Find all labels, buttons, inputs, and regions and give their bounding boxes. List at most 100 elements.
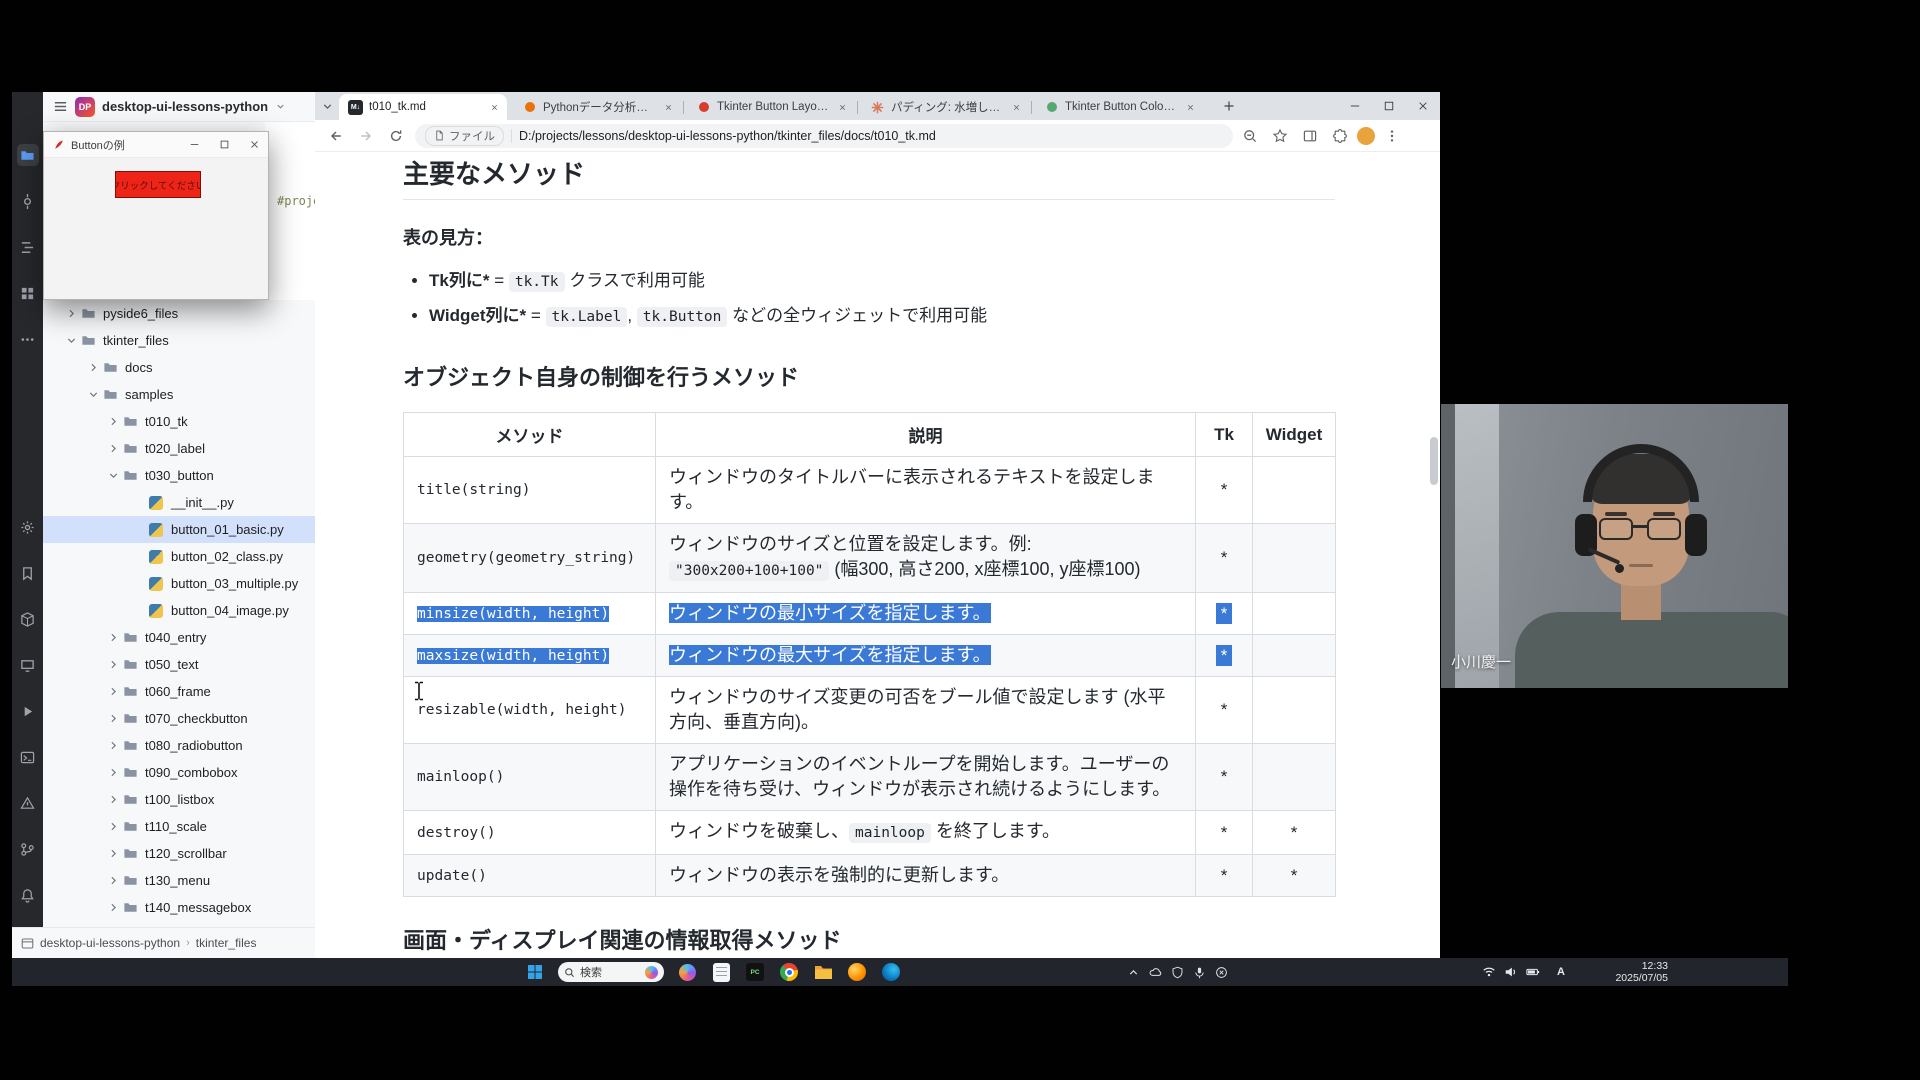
shield-icon[interactable] (1171, 966, 1184, 979)
folder-icon (123, 414, 139, 429)
table-header-cell: メソッド (404, 413, 656, 457)
tree-item-button-04-image-py[interactable]: button_04_image.py (43, 597, 315, 624)
vcs-icon[interactable] (17, 838, 39, 860)
notepad-icon[interactable] (710, 961, 732, 983)
extensions-puzzle-icon[interactable] (1327, 123, 1353, 149)
cloud-icon[interactable] (1149, 966, 1162, 979)
tab-search-icon[interactable] (321, 100, 334, 113)
tree-item-t120-scrollbar[interactable]: t120_scrollbar (43, 840, 315, 867)
run-icon[interactable] (17, 700, 39, 722)
battery-icon[interactable] (1526, 965, 1540, 979)
tree-item-docs[interactable]: docs (43, 354, 315, 381)
tree-item-t020-label[interactable]: t020_label (43, 435, 315, 462)
commit-icon[interactable] (17, 190, 39, 212)
tray-status-icons[interactable] (1482, 958, 1540, 986)
tree-item-t110-scale[interactable]: t110_scale (43, 813, 315, 840)
zoom-icon[interactable] (1237, 123, 1263, 149)
tree-item-t060-frame[interactable]: t060_frame (43, 678, 315, 705)
folder-icon[interactable] (17, 144, 39, 166)
search-label: 検索 (580, 964, 640, 980)
tree-item-button-02-class-py[interactable]: button_02_class.py (43, 543, 315, 570)
start-button-icon[interactable] (524, 961, 546, 983)
back-icon[interactable] (323, 123, 349, 149)
tray-chevron-up-icon[interactable] (1127, 966, 1140, 979)
tab-close-icon[interactable] (661, 100, 675, 114)
side-panel-icon[interactable] (1297, 123, 1323, 149)
tree-item-t040-entry[interactable]: t040_entry (43, 624, 315, 651)
tree-item-samples[interactable]: samples (43, 381, 315, 408)
plugins-icon[interactable] (17, 282, 39, 304)
x-circle-icon[interactable] (1215, 966, 1228, 979)
tk-demo-button[interactable]: クリックしてください (115, 171, 201, 198)
tree-item-t070-checkbutton[interactable]: t070_checkbutton (43, 705, 315, 732)
breadcrumb-project[interactable]: desktop-ui-lessons-python (40, 936, 180, 950)
bookmark-star-icon[interactable] (1267, 123, 1293, 149)
services-icon[interactable] (17, 654, 39, 676)
tree-item-t100-listbox[interactable]: t100_listbox (43, 786, 315, 813)
explorer-icon[interactable] (812, 961, 834, 983)
volume-icon[interactable] (1504, 965, 1518, 979)
tab-close-icon[interactable] (1183, 100, 1197, 114)
browser-minimize-button[interactable] (1338, 92, 1372, 120)
ime-indicator[interactable]: A (1557, 958, 1565, 986)
tree-item-t010-tk[interactable]: t010_tk (43, 408, 315, 435)
tray-clock[interactable]: 12:33 2025/07/05 (1592, 958, 1668, 986)
teams-icon[interactable] (1237, 966, 1250, 979)
tab-close-icon[interactable] (835, 100, 849, 114)
address-bar[interactable]: ファイル D:/projects/lessons/desktop-ui-less… (415, 124, 1233, 148)
firefox-icon[interactable] (846, 961, 868, 983)
tree-item-tkinter-files[interactable]: tkinter_files (43, 327, 315, 354)
notifications-icon[interactable] (17, 884, 39, 906)
browser-menu-icon[interactable] (1379, 123, 1405, 149)
hamburger-menu-icon[interactable] (53, 99, 68, 114)
tree-item-button-01-basic-py[interactable]: button_01_basic.py (43, 516, 315, 543)
breadcrumb-folder[interactable]: tkinter_files (196, 936, 257, 950)
wifi-icon[interactable] (1482, 965, 1496, 979)
tk-window-titlebar[interactable]: Buttonの例 (44, 132, 268, 158)
edge-icon[interactable] (880, 961, 902, 983)
tk-close-button[interactable] (242, 134, 266, 156)
tree-item-t090-combobox[interactable]: t090_combobox (43, 759, 315, 786)
browser-tab-1[interactable]: M↓t010_tk.md (339, 94, 507, 120)
bookmarks-icon[interactable] (17, 562, 39, 584)
project-name[interactable]: desktop-ui-lessons-python (102, 99, 268, 114)
packages-icon[interactable] (17, 608, 39, 630)
terminal-icon[interactable] (17, 746, 39, 768)
profile-avatar[interactable] (1357, 127, 1375, 145)
tree-item-t140-messagebox[interactable]: t140_messagebox (43, 894, 315, 921)
gear-icon[interactable] (17, 516, 39, 538)
more-icon[interactable] (17, 328, 39, 350)
browser-close-button[interactable] (1406, 92, 1440, 120)
folder-icon (123, 765, 139, 780)
structure-icon[interactable] (17, 236, 39, 258)
copilot-icon[interactable] (676, 961, 698, 983)
problems-icon[interactable] (17, 792, 39, 814)
forward-icon[interactable] (353, 123, 379, 149)
tk-minimize-button[interactable] (182, 134, 206, 156)
chrome-icon[interactable] (778, 961, 800, 983)
taskbar-search-box[interactable]: 検索 (558, 962, 664, 982)
new-tab-button[interactable] (1219, 96, 1239, 116)
mic-icon[interactable] (1193, 966, 1206, 979)
scrollbar-thumb[interactable] (1430, 437, 1438, 485)
browser-maximize-button[interactable] (1372, 92, 1406, 120)
tk-maximize-button[interactable] (212, 134, 236, 156)
tab-close-icon[interactable] (1009, 100, 1023, 114)
tab-close-icon[interactable] (487, 100, 501, 114)
tree-item-t050-text[interactable]: t050_text (43, 651, 315, 678)
tree-item--init-py[interactable]: __init__.py (43, 489, 315, 516)
browser-tab-4[interactable]: パディング: 水増しの語源 - Claude (861, 94, 1029, 120)
tab-title: Tkinter Button Color Padding (1065, 101, 1177, 113)
tk-flag-cell: * (1196, 635, 1253, 677)
tree-item-t130-menu[interactable]: t130_menu (43, 867, 315, 894)
pycharm-icon[interactable]: PC (744, 961, 766, 983)
tree-item-t030-button[interactable]: t030_button (43, 462, 315, 489)
tree-item-t080-radiobutton[interactable]: t080_radiobutton (43, 732, 315, 759)
tree-item-button-03-multiple-py[interactable]: button_03_multiple.py (43, 570, 315, 597)
browser-tab-2[interactable]: Pythonデータ分析ゼミ「デスクトップ (513, 94, 681, 120)
webcam-overlay: 小川慶一 (1441, 404, 1788, 688)
reload-icon[interactable] (383, 123, 409, 149)
tree-item-pyside6-files[interactable]: pyside6_files (43, 300, 315, 327)
browser-tab-5[interactable]: Tkinter Button Color Padding (1035, 94, 1203, 120)
browser-tab-3[interactable]: Tkinter Button Layout in Pytho (687, 94, 855, 120)
